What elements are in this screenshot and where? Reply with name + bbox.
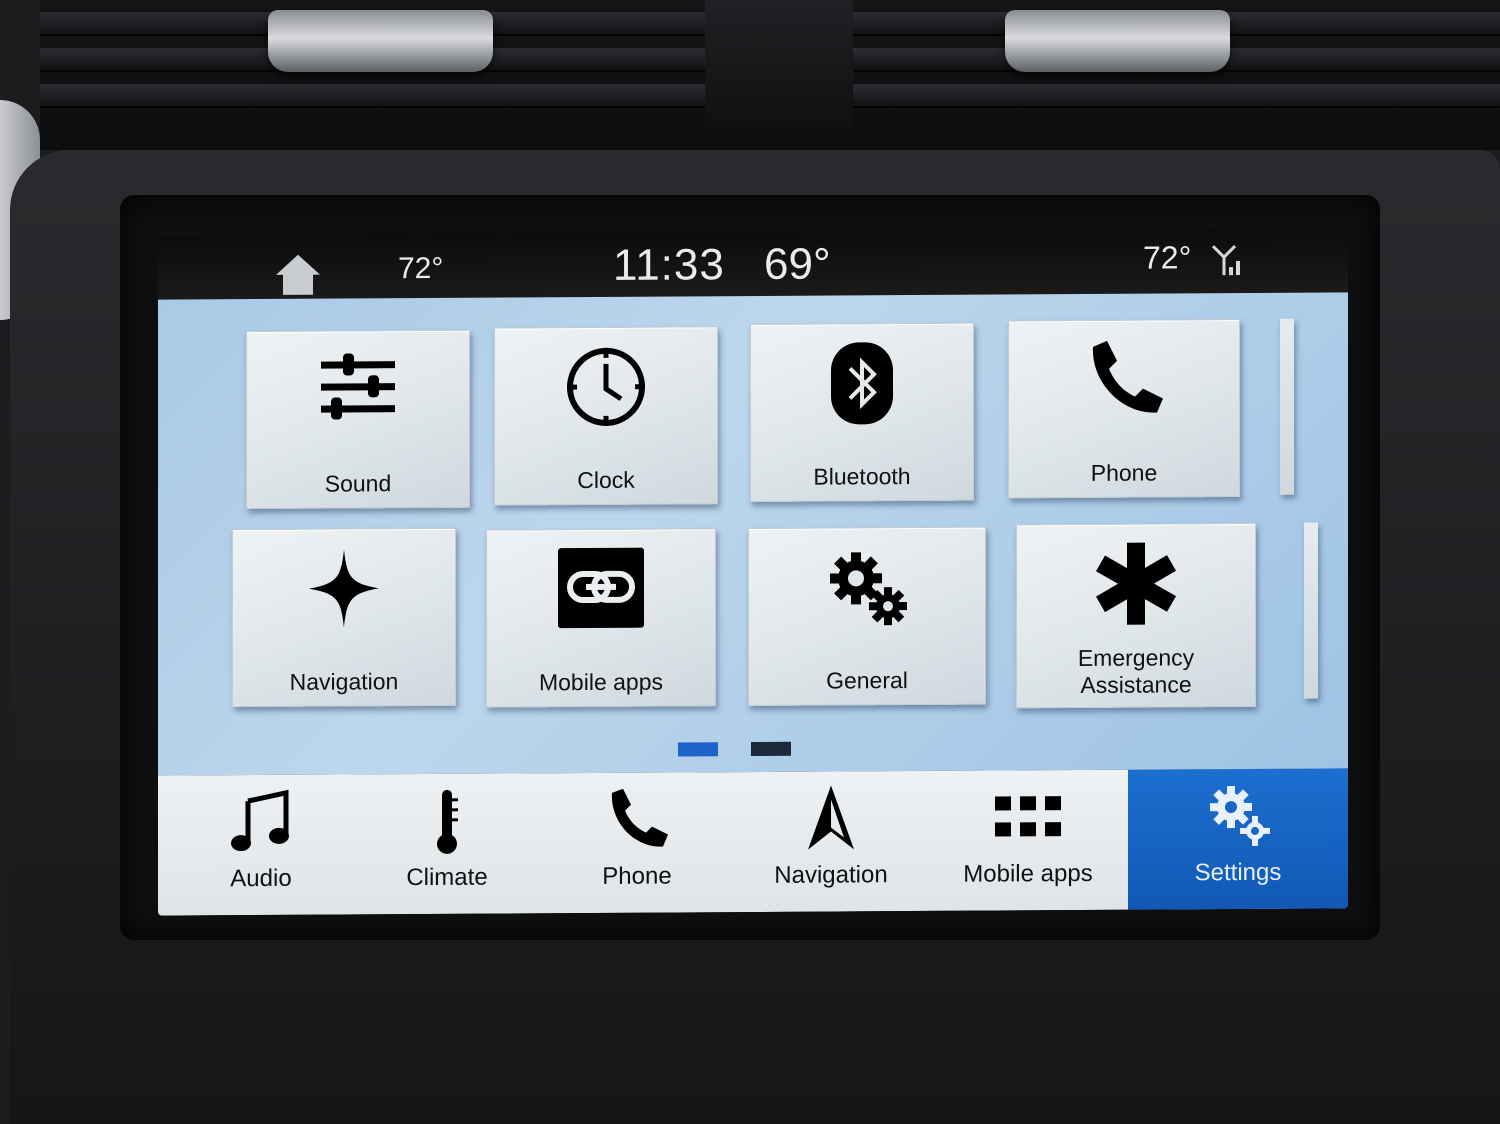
nav-navigation[interactable]: Navigation <box>736 771 926 912</box>
clock-readout: 11:33 <box>613 240 725 290</box>
tile-label: Emergency Assistance <box>1077 644 1195 699</box>
tile-label: Clock <box>577 466 635 494</box>
nav-label: Mobile apps <box>963 859 1093 888</box>
nav-climate[interactable]: Climate <box>352 773 542 914</box>
nav-label: Phone <box>602 862 672 890</box>
tile-sound[interactable]: Sound <box>246 329 470 510</box>
gears-icon <box>1210 786 1270 846</box>
status-bar: 72° 11:33 69° 72° <box>158 228 1348 300</box>
bluetooth-icon <box>831 342 893 425</box>
nav-phone[interactable]: Phone <box>542 772 732 913</box>
clock-icon <box>567 347 645 426</box>
tile-phone[interactable]: Phone <box>1008 319 1240 499</box>
tile-mobile-apps[interactable]: Mobile apps <box>486 528 716 708</box>
passenger-temperature[interactable]: 72° <box>1143 239 1191 276</box>
phone-icon <box>611 788 668 847</box>
infotainment-screen: 72° 11:33 69° 72° Sound Clock Bluetooth … <box>158 228 1348 916</box>
asterisk-icon <box>1095 542 1177 625</box>
driver-temperature[interactable]: 72° <box>398 252 443 286</box>
nav-audio[interactable]: Audio <box>166 774 356 915</box>
vent-knob-left[interactable] <box>268 10 493 72</box>
navigation-arrow-icon <box>808 785 854 850</box>
thermometer-icon <box>437 789 458 854</box>
signal-icon <box>1211 245 1240 276</box>
tile-navigation[interactable]: Navigation <box>232 527 456 708</box>
tile-clock[interactable]: Clock <box>494 326 718 506</box>
outside-temperature: 69° <box>764 239 831 289</box>
sliders-icon <box>321 353 395 420</box>
tile-label: General <box>826 667 908 694</box>
tile-label: Sound <box>324 470 392 497</box>
tile-label: Phone <box>1090 459 1158 486</box>
gears-icon <box>830 552 907 626</box>
air-vent <box>40 0 1500 150</box>
nav-label: Navigation <box>774 861 888 889</box>
tile-label: Navigation <box>289 668 399 695</box>
nav-settings[interactable]: Settings <box>1128 768 1348 910</box>
apps-grid-icon <box>995 796 1061 837</box>
nav-label: Settings <box>1194 858 1282 887</box>
compass-star-icon <box>309 549 379 628</box>
tile-emergency-assistance[interactable]: Emergency Assistance <box>1016 522 1256 709</box>
tile-label: Mobile apps <box>538 668 664 696</box>
home-icon[interactable] <box>274 253 322 297</box>
tile-bluetooth[interactable]: Bluetooth <box>750 322 974 503</box>
vent-knob-right[interactable] <box>1005 10 1230 72</box>
settings-menu: Sound Clock Bluetooth Phone Navigation M… <box>158 292 1348 776</box>
phone-icon <box>1092 340 1163 413</box>
page-indicator-active[interactable] <box>678 742 718 757</box>
nav-label: Audio <box>230 864 292 893</box>
bottom-nav-bar: Audio Climate Phone Navigation Mobile ap… <box>158 768 1348 916</box>
vent-divider <box>705 0 853 130</box>
nav-mobile-apps[interactable]: Mobile apps <box>928 770 1128 911</box>
page-indicator[interactable] <box>751 741 791 757</box>
tile-general[interactable]: General <box>748 526 986 707</box>
link-icon <box>558 547 644 629</box>
music-note-icon <box>231 789 289 852</box>
tile-label: Bluetooth <box>813 463 911 490</box>
tile-next-page-edge[interactable] <box>1304 522 1318 699</box>
nav-label: Climate <box>406 863 488 892</box>
tile-next-page-edge[interactable] <box>1280 318 1294 495</box>
